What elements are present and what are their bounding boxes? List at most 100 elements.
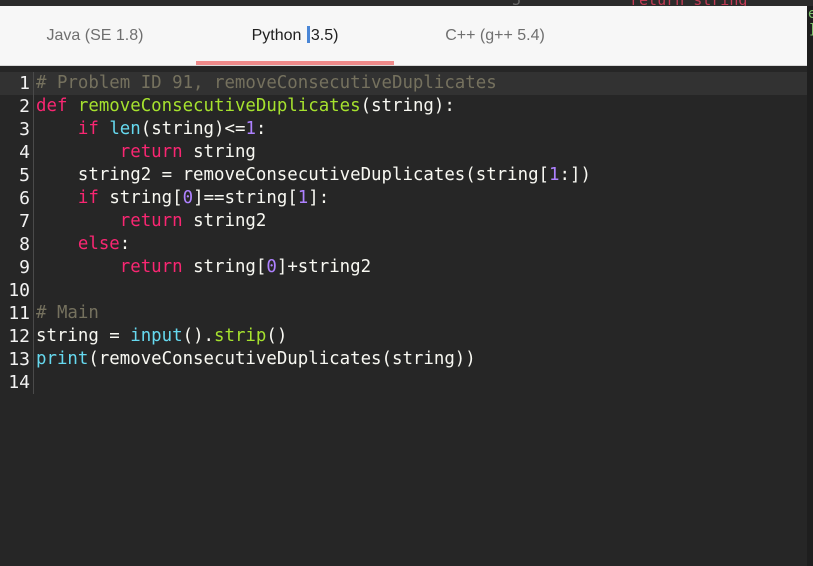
line-number: 1 — [19, 73, 30, 94]
code-text: else: — [36, 233, 130, 256]
code-line[interactable]: 9 return string[0]+string2 — [0, 256, 807, 279]
background-char — [808, 134, 813, 150]
gutter-divider — [33, 187, 34, 210]
tab-java[interactable]: Java (SE 1.8) — [0, 6, 190, 65]
code-line[interactable]: 6 if string[0]==string[1]: — [0, 187, 807, 210]
code-token: string2 — [193, 211, 267, 231]
gutter-divider — [33, 325, 34, 348]
code-token: ]+string2 — [276, 257, 372, 277]
code-token: return — [119, 211, 194, 231]
gutter-divider — [33, 210, 34, 233]
code-token: : — [255, 119, 267, 139]
code-token: print — [36, 349, 89, 369]
code-token: ]==string[ — [193, 188, 298, 208]
tab-python[interactable]: Python 3.5) — [196, 6, 394, 65]
code-line[interactable]: 12 string = input().strip() — [0, 325, 807, 348]
code-text: if string[0]==string[1]: — [36, 187, 329, 210]
code-text: def removeConsecutiveDuplicates(string): — [36, 95, 455, 118]
code-line[interactable]: 4 return string — [0, 141, 807, 164]
code-token: else — [77, 234, 120, 254]
code-token: string2 = removeConsecutiveDuplicates(st… — [36, 165, 550, 185]
code-token: :]) — [559, 165, 591, 185]
code-token: : — [119, 234, 131, 254]
gutter-divider — [33, 233, 34, 256]
code-line[interactable]: 5 string2 = removeConsecutiveDuplicates(… — [0, 164, 807, 187]
code-token: string = — [36, 326, 131, 346]
line-number: 12 — [8, 326, 30, 347]
gutter-divider — [33, 302, 34, 325]
code-token: () — [266, 326, 288, 346]
text-cursor — [306, 26, 310, 43]
line-number: 2 — [19, 96, 30, 117]
code-text: return string — [36, 141, 256, 164]
code-token: (string)<= — [140, 119, 246, 139]
code-token: if — [77, 188, 110, 208]
code-line[interactable]: 1 # Problem ID 91, removeConsecutiveDupli… — [0, 72, 807, 95]
line-number: 9 — [19, 257, 30, 278]
gutter-divider — [33, 256, 34, 279]
code-token: 1 — [297, 188, 309, 208]
code-text: return string2 — [36, 210, 267, 233]
line-number: 10 — [8, 280, 30, 301]
tab-python-label: Python 3.5) — [251, 26, 339, 45]
code-token: (). — [182, 326, 215, 346]
code-token: # Problem ID 91, removeConsecutiveDuplic… — [36, 73, 497, 93]
code-text: if len(string)<=1: — [36, 118, 267, 141]
code-token: string[ — [109, 188, 183, 208]
code-token: strip — [214, 326, 267, 346]
code-token: def — [36, 96, 78, 116]
code-token: string[ — [193, 257, 267, 277]
gutter-divider — [33, 371, 34, 394]
code-line[interactable]: 3 if len(string)<=1: — [0, 118, 807, 141]
tab-cpp-label: C++ (g++ 5.4) — [445, 26, 545, 44]
background-char: e — [808, 6, 813, 22]
code-line[interactable]: 7 return string2 — [0, 210, 807, 233]
code-token: return — [119, 142, 194, 162]
code-line[interactable]: 2 def removeConsecutiveDuplicates(string)… — [0, 95, 807, 118]
line-number: 11 — [8, 303, 30, 324]
background-char — [808, 118, 813, 134]
background-char — [808, 102, 813, 118]
code-editor[interactable]: 1 # Problem ID 91, removeConsecutiveDupli… — [0, 66, 807, 566]
code-line[interactable]: 13 print(removeConsecutiveDuplicates(stri… — [0, 348, 807, 371]
code-text: string2 = removeConsecutiveDuplicates(st… — [36, 164, 591, 187]
code-text: return string[0]+string2 — [36, 256, 371, 279]
code-line[interactable]: 8 else: — [0, 233, 807, 256]
background-char — [808, 38, 813, 54]
code-line[interactable]: 14 — [0, 371, 807, 394]
background-char — [808, 150, 813, 166]
code-token: (removeConsecutiveDuplicates(string)) — [88, 349, 476, 369]
code-text: string = input().strip() — [36, 325, 287, 348]
background-char: ] — [808, 22, 813, 38]
tab-python-label-end: 3.5) — [310, 27, 339, 44]
line-number: 3 — [19, 119, 30, 140]
code-token: input — [130, 326, 183, 346]
code-token: (string): — [360, 96, 455, 116]
code-token: 0 — [266, 257, 277, 277]
code-token: # Main — [36, 303, 99, 323]
gutter-divider — [33, 95, 34, 118]
line-number: 7 — [19, 211, 30, 232]
gutter-divider — [33, 118, 34, 141]
tab-cpp[interactable]: C++ (g++ 5.4) — [400, 6, 590, 65]
line-number: 4 — [19, 142, 30, 163]
background-right-edge-text: e] — [808, 6, 813, 166]
code-text: # Main — [36, 302, 99, 325]
background-char — [808, 54, 813, 70]
code-token: removeConsecutiveDuplicates — [77, 96, 361, 116]
code-line[interactable]: 10 — [0, 279, 807, 302]
tab-java-label: Java (SE 1.8) — [46, 26, 144, 44]
code-token: return — [119, 257, 194, 277]
tab-python-label-start: Python — [251, 27, 306, 44]
code-token: ]: — [308, 188, 330, 208]
gutter-divider — [33, 348, 34, 371]
gutter-divider — [33, 164, 34, 187]
code-line[interactable]: 11 # Main — [0, 302, 807, 325]
gutter-divider — [33, 72, 34, 95]
gutter-divider — [33, 141, 34, 164]
